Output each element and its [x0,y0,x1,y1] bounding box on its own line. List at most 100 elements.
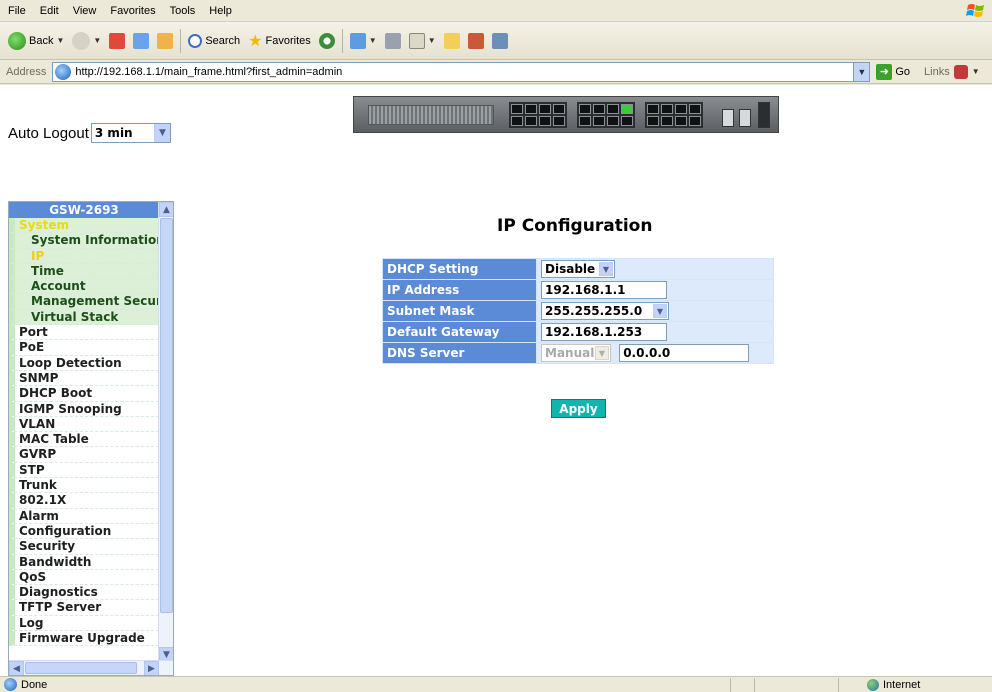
dhcp-setting-label: DHCP Setting [383,259,536,279]
sidebar-item-gvrp[interactable]: GVRP [9,447,159,463]
table-row: DNS Server Manual ▼ 0.0.0.0 [383,343,773,363]
globe-icon [867,678,879,691]
address-input[interactable]: http://192.168.1.1/main_frame.html?first… [52,61,871,82]
sidebar-item-qos[interactable]: QoS [9,569,159,586]
home-button[interactable] [153,28,177,54]
history-button[interactable] [315,28,339,54]
search-button[interactable]: Search [184,28,244,54]
sidebar-item-system[interactable]: System [9,218,159,234]
panel-grill [368,105,494,125]
sidebar-item-account[interactable]: Account [9,279,159,295]
ip-address-input[interactable]: 192.168.1.1 [541,281,667,299]
chevron-down-icon[interactable]: ▼ [853,62,870,81]
dns-server-input[interactable]: 0.0.0.0 [619,344,750,362]
sidebar-item-alarm[interactable]: Alarm [9,508,159,524]
sidebar-item-time[interactable]: Time [9,263,159,280]
sidebar-item-ip[interactable]: IP [9,248,159,264]
page-title: IP Configuration [497,216,653,236]
refresh-icon [133,32,150,49]
menu-favorites[interactable]: Favorites [103,5,162,17]
sidebar-item-tftp-server[interactable]: TFTP Server [9,600,159,616]
windows-logo-icon [966,4,984,17]
links-button[interactable]: Links ▼ [924,64,980,79]
default-gateway-input[interactable]: 192.168.1.253 [541,323,667,341]
apply-button[interactable]: Apply [551,399,606,418]
research-button[interactable] [464,28,488,54]
forward-button[interactable]: ▼ [68,28,105,54]
address-url: http://192.168.1.1/main_frame.html?first… [75,65,343,78]
mail-button[interactable]: ▼ [346,28,381,54]
table-row: Default Gateway 192.168.1.253 [383,322,773,342]
security-zone: Internet [838,677,920,692]
subnet-mask-select[interactable]: 255.255.255.0 ▼ [541,302,669,320]
vertical-scrollbar[interactable]: ▲ ▼ [158,202,173,662]
scroll-right-icon[interactable]: ▶ [144,661,159,675]
dns-mode-select: Manual ▼ [541,344,611,362]
port-group-3 [645,102,703,128]
stop-button[interactable] [105,28,129,54]
sidebar-item-log[interactable]: Log [9,615,159,632]
scroll-thumb-h[interactable] [25,662,137,674]
scroll-up-icon[interactable]: ▲ [159,202,173,217]
discuss-button[interactable] [440,28,464,54]
menu-tools[interactable]: Tools [163,5,203,17]
messenger-button[interactable] [488,28,512,54]
sidebar-item-virtual-stack[interactable]: Virtual Stack [9,309,159,326]
sidebar-item-diagnostics[interactable]: Diagnostics [9,585,159,601]
sidebar-item-vlan[interactable]: VLAN [9,416,159,433]
sidebar-item-loop-detection[interactable]: Loop Detection [9,355,159,371]
horizontal-scrollbar[interactable]: ◀ ▶ [9,660,173,675]
sidebar-item-trunk[interactable]: Trunk [9,478,159,494]
menu-help[interactable]: Help [202,5,239,17]
sidebar-item-bandwidth[interactable]: Bandwidth [9,554,159,570]
sidebar-item-poe[interactable]: PoE [9,340,159,356]
sidebar-item-mac-table[interactable]: MAC Table [9,432,159,448]
menu-view[interactable]: View [66,5,104,17]
dns-server-label: DNS Server [383,343,536,363]
go-button[interactable]: ➜ Go [876,63,910,80]
sidebar-item-management-security[interactable]: Management Security [9,294,159,310]
research-icon [467,32,484,49]
scroll-thumb[interactable] [160,218,173,613]
refresh-button[interactable] [129,28,153,54]
chevron-down-icon: ▼ [153,124,170,142]
chevron-down-icon: ▼ [93,36,102,45]
auto-logout-select[interactable]: 3 min ▼ [90,123,171,143]
chevron-down-icon: ▼ [595,346,609,360]
sfp-port [722,109,734,127]
sidebar-item-security[interactable]: Security [9,539,159,555]
ip-config-table: DHCP Setting Disable ▼ IP Address 192.16… [382,258,774,364]
console-port [758,102,770,128]
chevron-down-icon: ▼ [56,36,65,45]
chevron-down-icon: ▼ [971,67,980,76]
mail-icon [349,32,366,49]
scroll-left-icon[interactable]: ◀ [9,661,24,675]
edit-button[interactable]: ▼ [405,28,440,54]
browser-window: File Edit View Favorites Tools Help Back… [0,0,992,692]
sidebar-item-igmp-snooping[interactable]: IGMP Snooping [9,401,159,417]
menu-edit[interactable]: Edit [33,5,66,17]
print-button[interactable] [381,28,405,54]
sidebar-title: GSW-2693 [9,202,159,218]
sidebar-item-stp[interactable]: STP [9,462,159,479]
sidebar-item-802-1x[interactable]: 802.1X [9,493,159,509]
back-button[interactable]: Back ▼ [4,28,68,54]
sfp-port [739,109,751,127]
port-group-2 [577,102,635,128]
sidebar-item-port[interactable]: Port [9,325,159,341]
messenger-icon [491,32,508,49]
page-content: Auto Logout 3 min ▼ GSW-2693 System Syst… [0,85,992,676]
sidebar-item-firmware-upgrade[interactable]: Firmware Upgrade [9,631,159,647]
sidebar-item-snmp[interactable]: SNMP [9,370,159,387]
stop-icon [109,32,126,49]
address-label: Address [6,65,47,78]
status-cell [754,677,778,692]
sidebar-item-dhcp-boot[interactable]: DHCP Boot [9,386,159,402]
dhcp-setting-select[interactable]: Disable ▼ [541,260,615,278]
ip-address-label: IP Address [383,280,536,300]
sidebar-item-system-information[interactable]: System Information [9,233,159,249]
menu-file[interactable]: File [0,5,33,17]
favorites-button[interactable]: ★ Favorites [244,28,315,54]
home-icon [157,32,174,49]
sidebar-item-configuration[interactable]: Configuration [9,523,159,540]
